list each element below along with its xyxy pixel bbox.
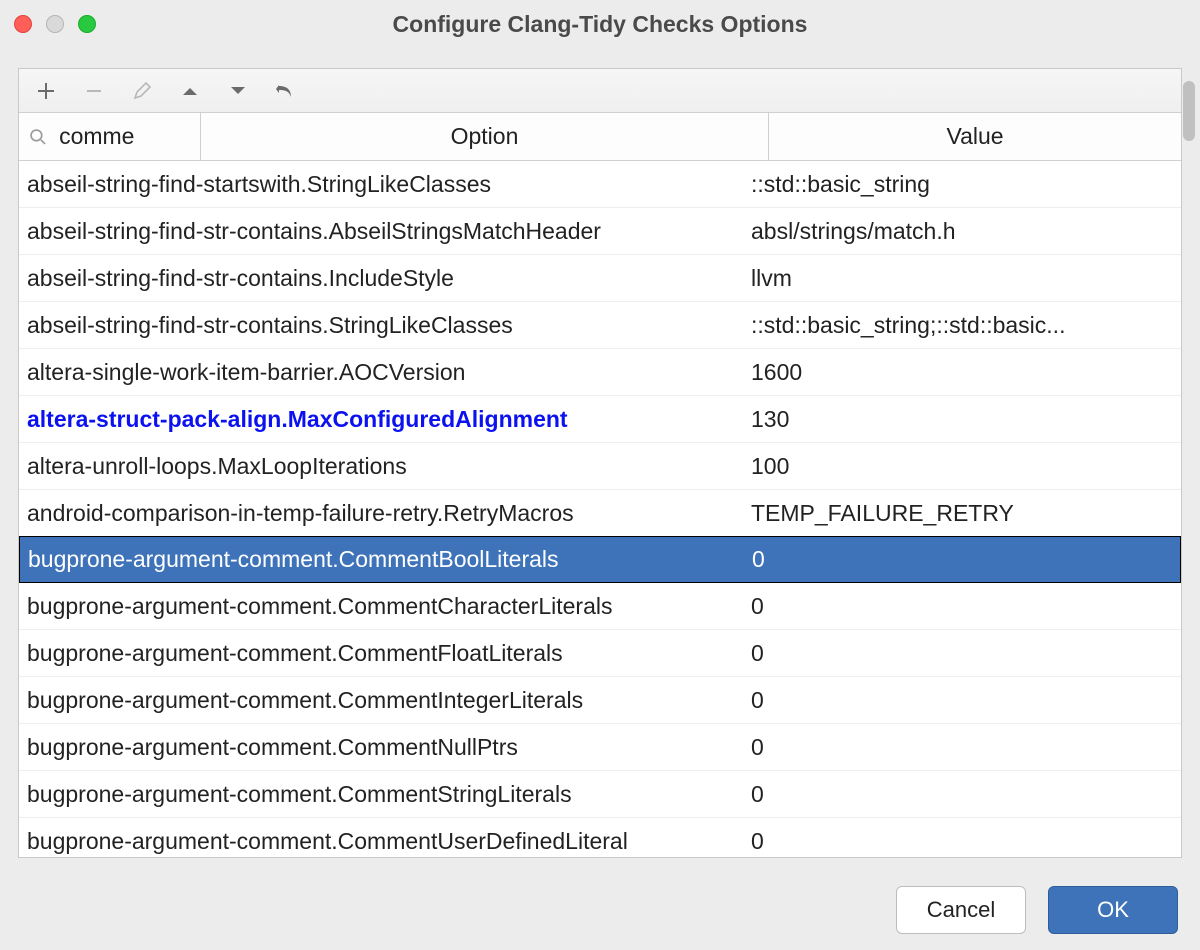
table-row[interactable]: altera-single-work-item-barrier.AOCVersi… — [19, 349, 1181, 396]
cancel-button[interactable]: Cancel — [896, 886, 1026, 934]
table-row[interactable]: altera-struct-pack-align.MaxConfiguredAl… — [19, 396, 1181, 443]
value-cell: 0 — [743, 640, 1181, 667]
edit-button[interactable] — [129, 78, 155, 104]
value-cell: 0 — [743, 734, 1181, 761]
value-cell: 0 — [743, 593, 1181, 620]
table-row[interactable]: altera-unroll-loops.MaxLoopIterations100 — [19, 443, 1181, 490]
value-cell: 0 — [743, 781, 1181, 808]
table-row[interactable]: bugprone-argument-comment.CommentNullPtr… — [19, 724, 1181, 771]
add-button[interactable] — [33, 78, 59, 104]
table-header: Option Value — [19, 113, 1181, 161]
value-cell: 100 — [743, 453, 1181, 480]
value-cell: absl/strings/match.h — [743, 218, 1181, 245]
ok-button[interactable]: OK — [1048, 886, 1178, 934]
value-cell: 0 — [743, 828, 1181, 855]
table-row[interactable]: abseil-string-find-str-contains.IncludeS… — [19, 255, 1181, 302]
table-row[interactable]: bugprone-argument-comment.CommentBoolLit… — [19, 536, 1181, 583]
window-title: Configure Clang-Tidy Checks Options — [0, 11, 1200, 38]
option-cell: bugprone-argument-comment.CommentBoolLit… — [28, 546, 744, 573]
table-row[interactable]: abseil-string-find-startswith.StringLike… — [19, 161, 1181, 208]
close-window-button[interactable] — [14, 15, 32, 33]
option-cell: abseil-string-find-startswith.StringLike… — [27, 171, 743, 198]
column-header-option[interactable]: Option — [201, 113, 769, 160]
remove-button[interactable] — [81, 78, 107, 104]
table-row[interactable]: bugprone-argument-comment.CommentCharact… — [19, 583, 1181, 630]
option-cell: bugprone-argument-comment.CommentUserDef… — [27, 828, 743, 855]
search-icon — [29, 126, 47, 148]
table-row[interactable]: bugprone-argument-comment.CommentInteger… — [19, 677, 1181, 724]
table-row[interactable]: bugprone-argument-comment.CommentUserDef… — [19, 818, 1181, 857]
value-cell: TEMP_FAILURE_RETRY — [743, 500, 1181, 527]
option-cell: abseil-string-find-str-contains.AbseilSt… — [27, 218, 743, 245]
minimize-window-button[interactable] — [46, 15, 64, 33]
minus-icon — [84, 81, 104, 101]
option-cell: bugprone-argument-comment.CommentInteger… — [27, 687, 743, 714]
plus-icon — [36, 81, 56, 101]
value-cell: 1600 — [743, 359, 1181, 386]
table-row[interactable]: abseil-string-find-str-contains.AbseilSt… — [19, 208, 1181, 255]
move-down-button[interactable] — [225, 78, 251, 104]
value-cell: 130 — [743, 406, 1181, 433]
table-row[interactable]: bugprone-argument-comment.CommentFloatLi… — [19, 630, 1181, 677]
chevron-down-icon — [228, 81, 248, 101]
window-controls — [14, 15, 96, 33]
table-row[interactable]: android-comparison-in-temp-failure-retry… — [19, 490, 1181, 537]
option-cell: altera-single-work-item-barrier.AOCVersi… — [27, 359, 743, 386]
search-input[interactable] — [57, 122, 190, 151]
table-row[interactable]: bugprone-argument-comment.CommentStringL… — [19, 771, 1181, 818]
titlebar: Configure Clang-Tidy Checks Options — [0, 0, 1200, 48]
undo-icon — [274, 81, 298, 101]
table-row[interactable]: abseil-string-find-str-contains.StringLi… — [19, 302, 1181, 349]
options-panel: Option Value abseil-string-find-startswi… — [18, 68, 1182, 858]
revert-button[interactable] — [273, 78, 299, 104]
column-header-value[interactable]: Value — [769, 113, 1181, 160]
option-cell: abseil-string-find-str-contains.IncludeS… — [27, 265, 743, 292]
chevron-up-icon — [180, 81, 200, 101]
scrollbar-thumb[interactable] — [1183, 81, 1195, 141]
value-cell: 0 — [743, 687, 1181, 714]
zoom-window-button[interactable] — [78, 15, 96, 33]
search-cell[interactable] — [19, 113, 201, 160]
value-cell: ::std::basic_string;::std::basic... — [743, 312, 1181, 339]
option-cell: bugprone-argument-comment.CommentNullPtr… — [27, 734, 743, 761]
option-cell: android-comparison-in-temp-failure-retry… — [27, 500, 743, 527]
option-cell: bugprone-argument-comment.CommentFloatLi… — [27, 640, 743, 667]
value-cell: llvm — [743, 265, 1181, 292]
value-cell: 0 — [744, 546, 1180, 573]
option-cell: altera-unroll-loops.MaxLoopIterations — [27, 453, 743, 480]
table-body[interactable]: abseil-string-find-startswith.StringLike… — [19, 161, 1181, 857]
pencil-icon — [132, 81, 152, 101]
value-cell: ::std::basic_string — [743, 171, 1181, 198]
option-cell: bugprone-argument-comment.CommentCharact… — [27, 593, 743, 620]
dialog-footer: Cancel OK — [896, 886, 1178, 934]
option-cell: abseil-string-find-str-contains.StringLi… — [27, 312, 743, 339]
table-toolbar — [19, 69, 1181, 113]
option-cell: bugprone-argument-comment.CommentStringL… — [27, 781, 743, 808]
option-cell: altera-struct-pack-align.MaxConfiguredAl… — [27, 406, 743, 433]
move-up-button[interactable] — [177, 78, 203, 104]
